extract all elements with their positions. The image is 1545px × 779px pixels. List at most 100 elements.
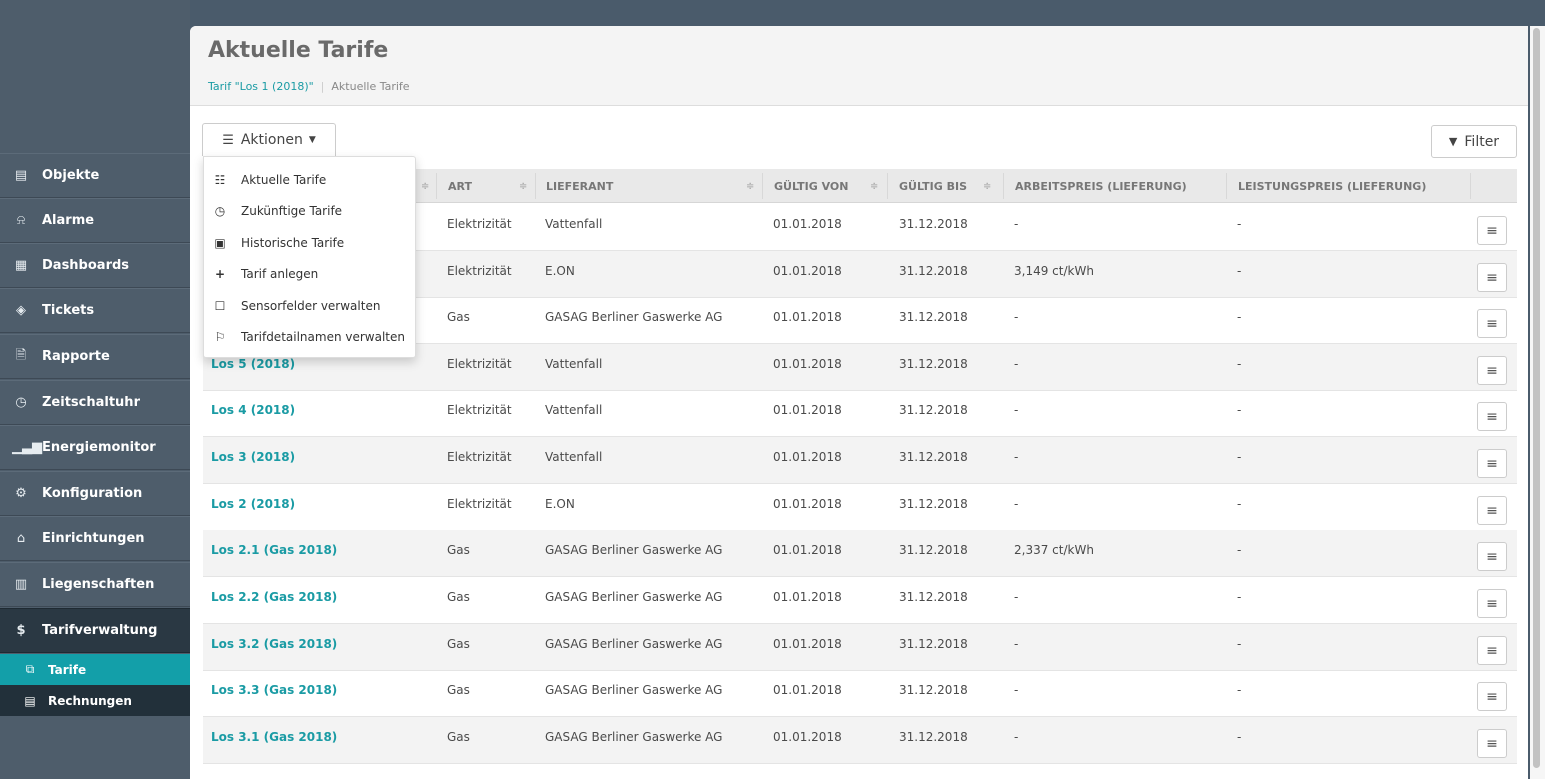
menu-icon: ≡ — [1486, 455, 1498, 472]
cell-gueltig-von: 01.01.2018 — [773, 590, 842, 604]
sort-icon[interactable]: ≑ — [519, 169, 527, 203]
column-header-leistungspreis[interactable]: LEISTUNGSPREIS (LIEFERUNG) — [1238, 169, 1426, 203]
column-header-gueltig-von[interactable]: GÜLTIG VON — [774, 169, 848, 203]
row-menu-button[interactable]: ≡ — [1477, 216, 1507, 245]
cell-leistungspreis: - — [1237, 357, 1242, 371]
menu-item-aktuelle-tarife[interactable]: ☷ Aktuelle Tarife — [204, 164, 415, 196]
cell-lieferant: GASAG Berliner Gaswerke AG — [545, 730, 723, 744]
breadcrumb: Tarif "Los 1 (2018)" | Aktuelle Tarife — [208, 80, 410, 93]
cell-gueltig-von: 01.01.2018 — [773, 264, 842, 278]
cell-art: Elektrizität — [447, 497, 512, 511]
menu-item-zukuenftige-tarife[interactable]: ◷ Zukünftige Tarife — [204, 196, 415, 228]
cell-art: Elektrizität — [447, 403, 512, 417]
sidebar: ▤ Objekte ⍾ Alarme ▦ Dashboards ◈ Tickets 🗎 R… — [0, 0, 190, 779]
sort-icon[interactable]: ≑ — [983, 169, 991, 203]
scrollbar-thumb[interactable] — [1533, 28, 1540, 768]
sidebar-item-objekte[interactable]: ▤ Objekte — [0, 153, 190, 198]
aktionen-button[interactable]: ☰ Aktionen ▼ — [202, 123, 336, 156]
cell-leistungspreis: - — [1237, 403, 1242, 417]
cell-leistungspreis: - — [1237, 497, 1242, 511]
row-menu-button[interactable]: ≡ — [1477, 589, 1507, 618]
sidebar-item-label: Rapporte — [42, 349, 110, 364]
tarif-name-link[interactable]: Los 3.2 (Gas 2018) — [211, 624, 337, 664]
sort-icon[interactable]: ≑ — [746, 169, 754, 203]
row-menu-button[interactable]: ≡ — [1477, 729, 1507, 758]
caret-down-icon: ▼ — [308, 135, 316, 145]
sidebar-item-tarifverwaltung[interactable]: $ Tarifverwaltung — [0, 608, 190, 653]
scrollbar[interactable] — [1530, 26, 1545, 779]
sidebar-item-label: Konfiguration — [42, 486, 143, 501]
filter-button[interactable]: ▼ Filter — [1431, 125, 1517, 158]
cell-gueltig-bis: 31.12.2018 — [899, 403, 968, 417]
cell-lieferant: Vattenfall — [545, 357, 603, 371]
tarif-name-link[interactable]: Los 3.1 (Gas 2018) — [211, 717, 337, 757]
cell-gueltig-bis: 31.12.2018 — [899, 217, 968, 231]
sidebar-item-tickets[interactable]: ◈ Tickets — [0, 288, 190, 333]
file-icon: ▤ — [24, 693, 36, 708]
sort-icon[interactable]: ≑ — [421, 169, 429, 203]
sidebar-item-einrichtungen[interactable]: ⌂ Einrichtungen — [0, 516, 190, 561]
sidebar-item-label: Energiemonitor — [42, 440, 156, 455]
sidebar-item-label: Liegenschaften — [42, 577, 155, 592]
menu-item-historische-tarife[interactable]: ▣ Historische Tarife — [204, 227, 415, 259]
cell-gueltig-bis: 31.12.2018 — [899, 683, 968, 697]
cell-gueltig-bis: 31.12.2018 — [899, 637, 968, 651]
row-menu-button[interactable]: ≡ — [1477, 309, 1507, 338]
sidebar-subitem-tarife[interactable]: ⧉ Tarife — [0, 654, 190, 685]
table-row: Los 3.3 (Gas 2018) Gas GASAG Berliner Ga… — [203, 670, 1517, 717]
plus-icon: + — [214, 267, 226, 282]
cell-gueltig-bis: 31.12.2018 — [899, 310, 968, 324]
sidebar-item-alarme[interactable]: ⍾ Alarme — [0, 198, 190, 243]
sidebar-item-konfiguration[interactable]: ⚙ Konfiguration — [0, 471, 190, 516]
row-menu-button[interactable]: ≡ — [1477, 449, 1507, 478]
cell-art: Gas — [447, 637, 470, 651]
gears-icon: ⚙ — [15, 486, 27, 501]
tarif-name-link[interactable]: Los 2.2 (Gas 2018) — [211, 577, 337, 617]
sidebar-item-liegenschaften[interactable]: ▥ Liegenschaften — [0, 562, 190, 607]
sort-icon[interactable]: ≑ — [870, 169, 878, 203]
sidebar-item-dashboards[interactable]: ▦ Dashboards — [0, 243, 190, 288]
cell-leistungspreis: - — [1237, 730, 1242, 744]
column-header-lieferant[interactable]: LIEFERANT — [546, 169, 613, 203]
cell-arbeitspreis: - — [1014, 357, 1019, 371]
aktionen-label: Aktionen — [240, 132, 303, 148]
menu-item-label: Tarifdetailnamen verwalten — [241, 330, 405, 345]
bell-icon: ⍾ — [16, 213, 26, 228]
cell-leistungspreis: - — [1237, 637, 1242, 651]
row-menu-button[interactable]: ≡ — [1477, 682, 1507, 711]
menu-icon: ☰ — [222, 132, 234, 148]
sidebar-subitem-rechnungen[interactable]: ▤ Rechnungen — [0, 685, 190, 716]
clock-icon: ◷ — [214, 204, 226, 219]
breadcrumb-link[interactable]: Tarif "Los 1 (2018)" — [208, 80, 314, 93]
row-menu-button[interactable]: ≡ — [1477, 263, 1507, 292]
menu-item-sensorfelder-verwalten[interactable]: ☐ Sensorfelder verwalten — [204, 290, 415, 322]
dollar-icon: $ — [16, 623, 26, 638]
menu-icon: ≡ — [1486, 548, 1498, 565]
column-header-gueltig-bis[interactable]: GÜLTIG BIS — [899, 169, 967, 203]
row-menu-button[interactable]: ≡ — [1477, 496, 1507, 525]
menu-item-tarif-anlegen[interactable]: + Tarif anlegen — [204, 259, 415, 291]
cell-arbeitspreis: - — [1014, 730, 1019, 744]
tarif-name-link[interactable]: Los 3 (2018) — [211, 437, 295, 477]
menu-item-tarifdetailnamen-verwalten[interactable]: ⚐ Tarifdetailnamen verwalten — [204, 322, 415, 354]
tarif-name-link[interactable]: Los 3.3 (Gas 2018) — [211, 670, 337, 710]
cell-lieferant: GASAG Berliner Gaswerke AG — [545, 590, 723, 604]
menu-icon: ≡ — [1486, 735, 1498, 752]
row-menu-button[interactable]: ≡ — [1477, 542, 1507, 571]
sidebar-item-label: Objekte — [42, 168, 100, 183]
row-menu-button[interactable]: ≡ — [1477, 402, 1507, 431]
cell-arbeitspreis: - — [1014, 217, 1019, 231]
row-menu-button[interactable]: ≡ — [1477, 636, 1507, 665]
tarif-name-link[interactable]: Los 2 (2018) — [211, 484, 295, 524]
cell-leistungspreis: - — [1237, 217, 1242, 231]
sidebar-item-rapporte[interactable]: 🗎 Rapporte — [0, 334, 190, 379]
tarif-name-link[interactable]: Los 2.1 (Gas 2018) — [211, 530, 337, 570]
cell-lieferant: GASAG Berliner Gaswerke AG — [545, 543, 723, 557]
tarif-name-link[interactable]: Los 4 (2018) — [211, 390, 295, 430]
sidebar-item-zeitschaltuhr[interactable]: ◷ Zeitschaltuhr — [0, 380, 190, 425]
cell-gueltig-von: 01.01.2018 — [773, 450, 842, 464]
sidebar-item-energiemonitor[interactable]: ▁▃▆ Energiemonitor — [0, 425, 190, 470]
column-header-arbeitspreis[interactable]: ARBEITSPREIS (LIEFERUNG) — [1015, 169, 1187, 203]
row-menu-button[interactable]: ≡ — [1477, 356, 1507, 385]
column-header-art[interactable]: ART — [448, 169, 472, 203]
